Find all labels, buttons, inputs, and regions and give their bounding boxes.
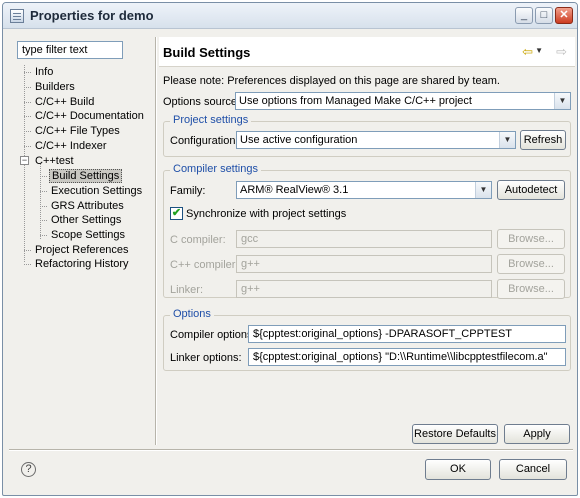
shared-note: Please note: Preferences displayed on th…	[163, 75, 500, 87]
c-compiler-label: C compiler:	[170, 234, 226, 246]
tree-item-cpp-file-types[interactable]: C/C++ File Types	[33, 124, 122, 138]
linker-field[interactable]: g++	[236, 280, 492, 298]
page-header: Build Settings ⇦ ▼ ⇨	[159, 37, 575, 67]
tree-item-refactoring-history[interactable]: Refactoring History	[33, 257, 131, 271]
tree-item-build-settings[interactable]: Build Settings	[49, 169, 123, 183]
properties-dialog: Properties for demo _ □ ✕ type filter te…	[2, 2, 578, 496]
close-button[interactable]: ✕	[555, 7, 573, 24]
property-tree: Info Builders C/C++ Build C/C++ Document…	[19, 65, 155, 405]
window-icon	[10, 9, 24, 23]
collapse-expander-icon[interactable]: −	[20, 156, 29, 165]
linker-label: Linker:	[170, 284, 204, 296]
tree-item-cpptest[interactable]: C++test	[33, 154, 76, 168]
chevron-down-icon: ▼	[554, 93, 570, 109]
options-source-select[interactable]: Use options from Managed Make C/C++ proj…	[235, 92, 571, 110]
footer-separator	[9, 449, 573, 451]
title-bar: Properties for demo _ □ ✕	[3, 3, 577, 29]
chevron-down-icon: ▼	[499, 132, 515, 148]
linker-options-label: Linker options:	[170, 352, 242, 364]
tree-item-cpp-documentation[interactable]: C/C++ Documentation	[33, 109, 146, 123]
sync-checkbox[interactable]: ✔	[170, 207, 183, 220]
tree-item-execution-settings[interactable]: Execution Settings	[49, 184, 144, 198]
tree-item-other-settings[interactable]: Other Settings	[49, 213, 123, 227]
cancel-button[interactable]: Cancel	[499, 459, 567, 480]
tree-item-info[interactable]: Info	[33, 65, 55, 79]
settings-page: Build Settings ⇦ ▼ ⇨ Please note: Prefer…	[159, 37, 575, 445]
linker-options-field[interactable]: ${cpptest:original_options} "D:\\Runtime…	[248, 348, 566, 366]
tree-item-cpp-indexer[interactable]: C/C++ Indexer	[33, 139, 109, 153]
panel-splitter[interactable]	[155, 37, 157, 445]
ok-button[interactable]: OK	[425, 459, 491, 480]
linker-browse-button[interactable]: Browse...	[497, 279, 565, 299]
sync-label: Synchronize with project settings	[186, 208, 347, 220]
compiler-options-field[interactable]: ${cpptest:original_options} -DPARASOFT_C…	[248, 325, 566, 343]
c-compiler-field[interactable]: gcc	[236, 230, 492, 248]
c-compiler-browse-button[interactable]: Browse...	[497, 229, 565, 249]
cpp-compiler-browse-button[interactable]: Browse...	[497, 254, 565, 274]
history-dropdown-icon[interactable]: ▼	[535, 46, 543, 55]
family-label: Family:	[170, 185, 206, 197]
window-title: Properties for demo	[30, 8, 154, 23]
tree-item-scope-settings[interactable]: Scope Settings	[49, 228, 127, 242]
family-select[interactable]: ARM® RealView® 3.1 ▼	[236, 181, 492, 199]
options-group: Options Compiler options: ${cpptest:orig…	[163, 308, 571, 371]
options-source-label: Options source:	[163, 96, 241, 108]
restore-defaults-button[interactable]: Restore Defaults	[412, 424, 498, 444]
back-arrow-icon[interactable]: ⇦	[522, 44, 533, 60]
cpp-compiler-label: C++ compiler:	[170, 259, 239, 271]
page-title: Build Settings	[163, 45, 251, 60]
chevron-down-icon: ▼	[475, 182, 491, 198]
configuration-select[interactable]: Use active configuration ▼	[236, 131, 516, 149]
filter-input[interactable]: type filter text	[17, 41, 123, 59]
tree-item-grs-attributes[interactable]: GRS Attributes	[49, 199, 126, 213]
tree-item-cpp-build[interactable]: C/C++ Build	[33, 95, 96, 109]
configuration-label: Configuration:	[170, 135, 239, 147]
apply-button[interactable]: Apply	[504, 424, 570, 444]
maximize-button[interactable]: □	[535, 7, 553, 24]
minimize-button[interactable]: _	[515, 7, 533, 24]
tree-item-project-references[interactable]: Project References	[33, 243, 131, 257]
refresh-button[interactable]: Refresh	[520, 130, 566, 150]
help-icon[interactable]: ?	[21, 462, 36, 477]
cpp-compiler-field[interactable]: g++	[236, 255, 492, 273]
compiler-settings-title: Compiler settings	[170, 163, 261, 175]
options-title: Options	[170, 308, 214, 320]
autodetect-button[interactable]: Autodetect	[497, 180, 565, 200]
project-settings-title: Project settings	[170, 114, 252, 126]
tree-item-builders[interactable]: Builders	[33, 80, 77, 94]
forward-arrow-icon: ⇨	[556, 44, 567, 59]
compiler-options-label: Compiler options:	[170, 329, 256, 341]
project-settings-group: Project settings Configuration: Use acti…	[163, 114, 571, 157]
compiler-settings-group: Compiler settings Family: ARM® RealView®…	[163, 163, 571, 299]
